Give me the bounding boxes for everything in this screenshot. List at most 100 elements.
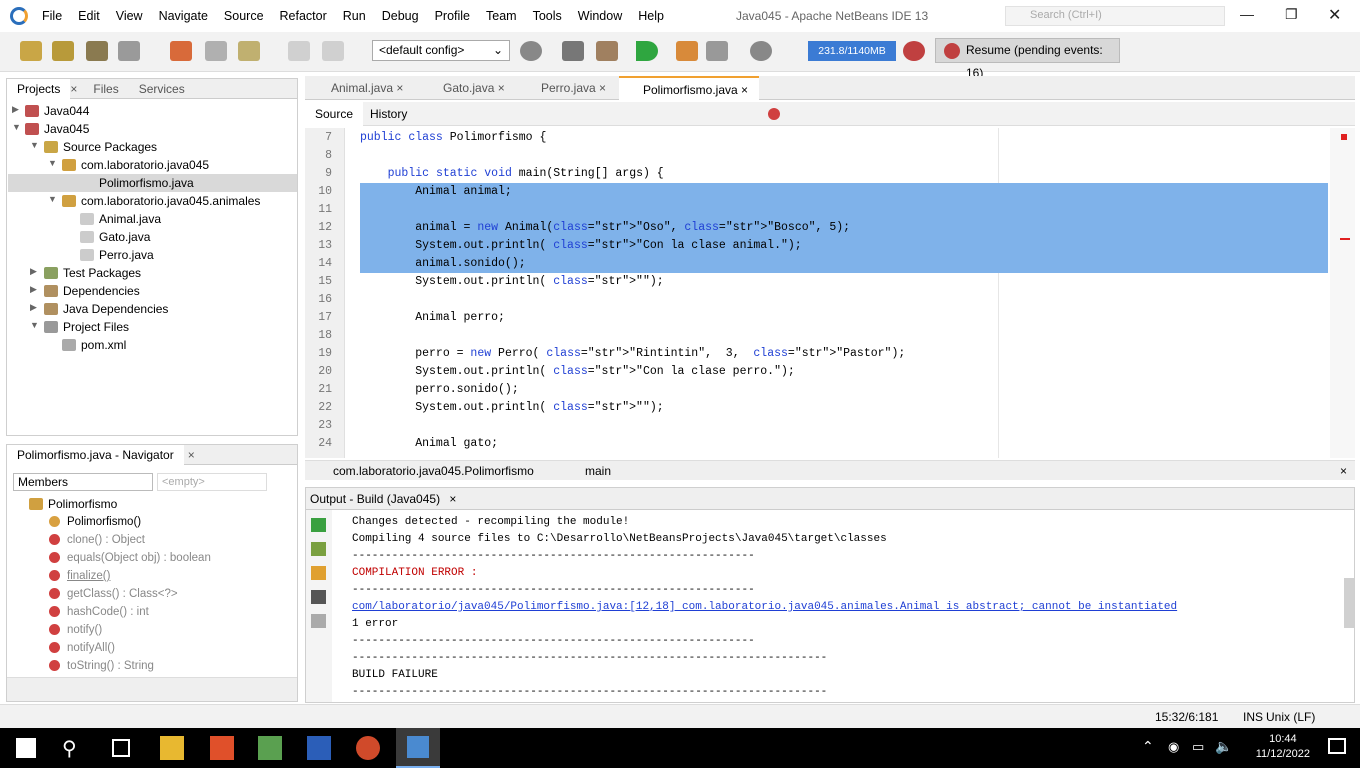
search-input[interactable]: Search (Ctrl+I) bbox=[1005, 6, 1225, 26]
tree-item[interactable]: Java044 bbox=[25, 102, 89, 120]
copy-icon[interactable] bbox=[205, 41, 227, 61]
brave-browser-icon[interactable] bbox=[210, 736, 234, 760]
code-line[interactable]: perro = new Perro( class="str">"Rintinti… bbox=[360, 345, 905, 363]
close-icon[interactable]: × bbox=[396, 81, 403, 95]
tab-files[interactable]: Files bbox=[83, 79, 128, 99]
navigator-member[interactable]: notify() bbox=[49, 621, 102, 639]
config-select[interactable]: <default config> ⌄ bbox=[372, 40, 510, 61]
error-marker[interactable] bbox=[1341, 134, 1347, 140]
file-explorer-icon[interactable] bbox=[160, 736, 184, 760]
powerpoint-icon[interactable] bbox=[356, 736, 380, 760]
code-line[interactable]: System.out.println( class="str">""); bbox=[360, 399, 663, 417]
taskbar-clock[interactable]: 10:44 11/12/2022 bbox=[1256, 732, 1310, 762]
redo-icon[interactable] bbox=[322, 41, 344, 61]
tab-projects[interactable]: Projects bbox=[7, 78, 71, 99]
settings-icon[interactable] bbox=[311, 590, 326, 604]
menu-edit[interactable]: Edit bbox=[70, 0, 108, 32]
run-icon[interactable] bbox=[636, 41, 658, 61]
menu-help[interactable]: Help bbox=[630, 0, 672, 32]
navigator-member[interactable]: notifyAll() bbox=[49, 639, 115, 657]
menu-window[interactable]: Window bbox=[570, 0, 630, 32]
netbeans-taskbar-button[interactable] bbox=[396, 728, 440, 768]
collapse-toggle[interactable]: ▼ bbox=[30, 320, 39, 330]
tab-perro-java[interactable]: Perro.java × bbox=[517, 76, 617, 100]
collapse-toggle[interactable]: ▼ bbox=[30, 140, 39, 150]
breadcrumb-class[interactable]: com.laboratorio.java045.Polimorfismo bbox=[333, 461, 534, 481]
navigator-member[interactable]: finalize() bbox=[49, 567, 110, 585]
collapse-toggle[interactable]: ▼ bbox=[48, 158, 57, 168]
code-line[interactable]: System.out.println( class="str">"Con la … bbox=[360, 237, 801, 255]
tab-animal-java[interactable]: Animal.java × bbox=[307, 76, 417, 100]
windows-start-icon[interactable] bbox=[16, 738, 36, 758]
tree-item[interactable]: com.laboratorio.java045.animales bbox=[62, 192, 260, 210]
network-icon[interactable]: ◉ bbox=[1168, 739, 1179, 755]
navigator-member[interactable]: clone() : Object bbox=[49, 531, 145, 549]
code-editor[interactable]: public class Polimorfismo { public stati… bbox=[346, 128, 1330, 458]
navigator-member[interactable]: Polimorfismo() bbox=[49, 513, 141, 531]
debug-icon[interactable] bbox=[676, 41, 698, 61]
tree-item[interactable]: pom.xml bbox=[62, 336, 126, 354]
close-icon[interactable]: × bbox=[599, 81, 606, 95]
search-icon[interactable]: ⚲ bbox=[62, 736, 86, 760]
new-file-icon[interactable] bbox=[20, 41, 42, 61]
tree-item[interactable]: Animal.java bbox=[80, 210, 161, 228]
clear-icon[interactable] bbox=[311, 614, 326, 628]
menu-profile[interactable]: Profile bbox=[427, 0, 478, 32]
code-line[interactable]: animal = new Animal(class="str">"Oso", c… bbox=[360, 219, 850, 237]
new-project-icon[interactable] bbox=[52, 41, 74, 61]
collapse-toggle[interactable]: ▼ bbox=[48, 194, 57, 204]
menu-tools[interactable]: Tools bbox=[525, 0, 570, 32]
tab-services[interactable]: Services bbox=[129, 79, 195, 99]
tray-chevron-icon[interactable]: ⌃ bbox=[1142, 738, 1154, 755]
tree-item[interactable]: Java045 bbox=[25, 120, 89, 138]
tab-polimorfismo-java[interactable]: Polimorfismo.java × bbox=[619, 76, 759, 100]
code-line[interactable]: public class Polimorfismo { bbox=[360, 129, 546, 147]
code-line[interactable]: animal.sonido(); bbox=[360, 255, 525, 273]
close-icon[interactable]: × bbox=[498, 81, 505, 95]
history-tab[interactable]: History bbox=[360, 102, 417, 126]
close-button[interactable]: ✕ bbox=[1328, 5, 1341, 25]
menu-view[interactable]: View bbox=[108, 0, 151, 32]
source-tab[interactable]: Source bbox=[305, 102, 364, 126]
output-close-icon[interactable]: × bbox=[443, 492, 456, 506]
menu-navigate[interactable]: Navigate bbox=[151, 0, 216, 32]
code-line[interactable]: perro.sonido(); bbox=[360, 381, 519, 399]
close-project-icon[interactable] bbox=[118, 41, 140, 61]
menu-team[interactable]: Team bbox=[478, 0, 525, 32]
code-line[interactable]: Animal perro; bbox=[360, 309, 505, 327]
navigator-class[interactable]: Polimorfismo bbox=[29, 495, 117, 513]
stop-macro-icon[interactable] bbox=[768, 108, 780, 120]
gc-icon[interactable] bbox=[903, 41, 925, 61]
breadcrumb-close-icon[interactable]: × bbox=[1340, 461, 1347, 481]
error-link[interactable]: com/laboratorio/java045/Polimorfismo.jav… bbox=[352, 599, 1177, 616]
tree-item[interactable]: Project Files bbox=[44, 318, 129, 336]
output-title[interactable]: Output - Build (Java045) bbox=[306, 492, 440, 506]
error-stripe[interactable] bbox=[1340, 238, 1350, 240]
tree-item[interactable]: Test Packages bbox=[44, 264, 141, 282]
menu-file[interactable]: File bbox=[34, 0, 70, 32]
tab-gato-java[interactable]: Gato.java × bbox=[419, 76, 515, 100]
navigator-member[interactable]: hashCode() : int bbox=[49, 603, 149, 621]
code-line[interactable]: System.out.println( class="str">""); bbox=[360, 273, 663, 291]
close-icon[interactable]: × bbox=[741, 83, 748, 97]
collapse-toggle[interactable]: ▼ bbox=[12, 122, 21, 132]
clean-build-icon[interactable] bbox=[596, 41, 618, 61]
battery-icon[interactable]: ▭ bbox=[1192, 739, 1204, 755]
memory-indicator[interactable]: 231.8/1140MB bbox=[808, 41, 896, 61]
rerun-icon[interactable] bbox=[311, 518, 326, 532]
rerun-with-options-icon[interactable] bbox=[311, 542, 326, 556]
code-line[interactable]: Animal animal; bbox=[360, 183, 512, 201]
editor-scrollbar[interactable] bbox=[1330, 128, 1355, 458]
tree-item[interactable]: Source Packages bbox=[44, 138, 157, 156]
undo-icon[interactable] bbox=[288, 41, 310, 61]
navigator-member[interactable]: toString() : String bbox=[49, 657, 154, 675]
profile-icon[interactable] bbox=[706, 41, 728, 61]
menu-run[interactable]: Run bbox=[335, 0, 374, 32]
tree-item-selected[interactable]: Polimorfismo.java bbox=[8, 174, 297, 192]
code-line[interactable]: public static void main(String[] args) { bbox=[360, 165, 664, 183]
minimize-button[interactable]: — bbox=[1240, 6, 1254, 22]
tree-item[interactable]: com.laboratorio.java045 bbox=[62, 156, 209, 174]
expand-toggle[interactable]: ▶ bbox=[12, 104, 19, 115]
resume-button[interactable]: Resume (pending events: 16) bbox=[935, 38, 1120, 80]
navigator-title[interactable]: Polimorfismo.java - Navigator bbox=[7, 444, 184, 465]
